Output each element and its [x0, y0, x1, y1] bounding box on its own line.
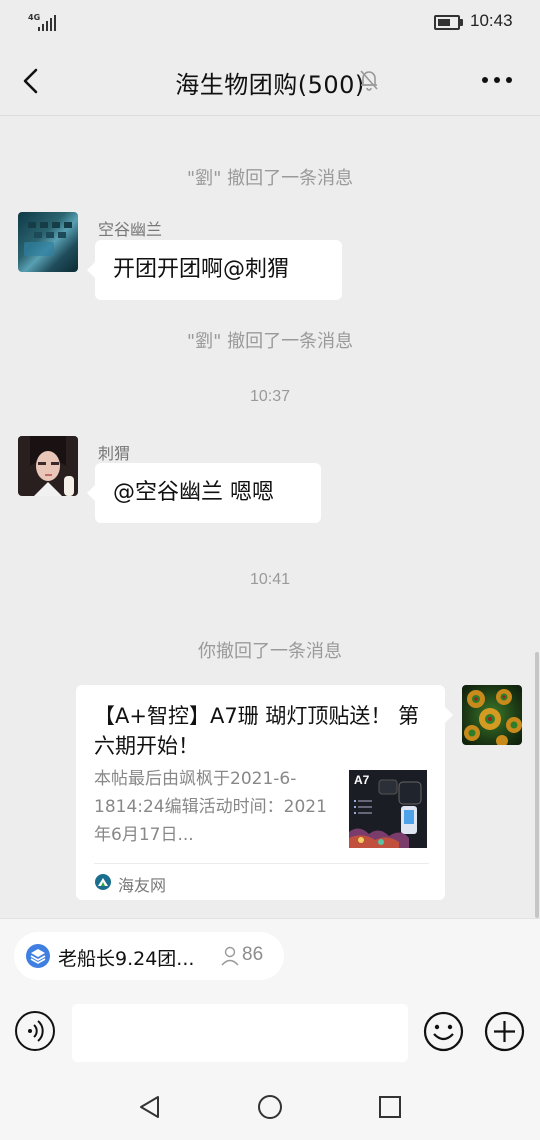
- person-icon: [221, 946, 239, 966]
- nav-home-icon[interactable]: [256, 1093, 284, 1121]
- recall-notice: "劉" 撤回了一条消息: [186, 168, 354, 189]
- link-card[interactable]: 【A+智控】A7珊 瑚灯顶贴送！ 第六期开始！ 本帖最后由飒枫于2021-6-1…: [76, 685, 453, 900]
- chat-header: 海生物团购(500): [0, 46, 540, 116]
- message-timestamp: 10:37: [249, 388, 291, 405]
- source-logo-icon: [95, 874, 111, 890]
- link-card-description: 本帖最后由飒枫于2021-6-1814:24编辑活动时间：2021年6月17日.…: [94, 769, 327, 845]
- bell-muted-icon: [360, 70, 378, 91]
- message-bubble[interactable]: 开团开团啊@刺猬: [87, 240, 342, 300]
- system-navigation-bar: [0, 1075, 540, 1140]
- pinned-group-chip[interactable]: 老船长9.24团... 86: [14, 932, 284, 980]
- recall-notice: "劉" 撤回了一条消息: [186, 331, 354, 352]
- avatar[interactable]: [18, 212, 78, 272]
- sender-name: 空谷幽兰: [98, 220, 163, 239]
- chat-title: 海生物团购(500): [175, 71, 365, 99]
- cellular-signal-icon: 4G: [28, 13, 58, 33]
- voice-icon[interactable]: [15, 1011, 55, 1051]
- status-bar: 4G 10:43: [0, 0, 540, 46]
- avatar-self[interactable]: [462, 685, 522, 745]
- sender-name: 刺猬: [98, 444, 131, 463]
- link-card-title: 【A+智控】A7珊 瑚灯顶贴送！ 第六期开始！: [94, 704, 420, 758]
- link-card-divider: [94, 863, 429, 864]
- nav-recents-icon[interactable]: [376, 1093, 404, 1121]
- link-card-source: 海友网: [118, 876, 167, 895]
- emoji-icon[interactable]: [423, 1011, 464, 1052]
- status-time: 10:43: [470, 11, 513, 30]
- nav-back-icon[interactable]: [136, 1093, 164, 1121]
- battery-icon: [434, 15, 464, 30]
- chat-scrollbar[interactable]: [535, 652, 539, 918]
- more-dots-icon[interactable]: [480, 75, 514, 85]
- pinned-group-label: 老船长9.24团...: [58, 948, 195, 970]
- layers-icon: [26, 944, 50, 968]
- message-input[interactable]: [72, 1004, 408, 1062]
- plus-icon[interactable]: [484, 1011, 525, 1052]
- pinned-member-count: 86: [242, 944, 264, 965]
- recall-notice-self: 你撤回了一条消息: [198, 641, 342, 662]
- link-card-thumbnail: A7: [349, 770, 427, 848]
- avatar[interactable]: [18, 436, 78, 496]
- message-bubble[interactable]: @空谷幽兰 嗯嗯: [87, 463, 321, 523]
- message-timestamp: 10:41: [249, 571, 291, 588]
